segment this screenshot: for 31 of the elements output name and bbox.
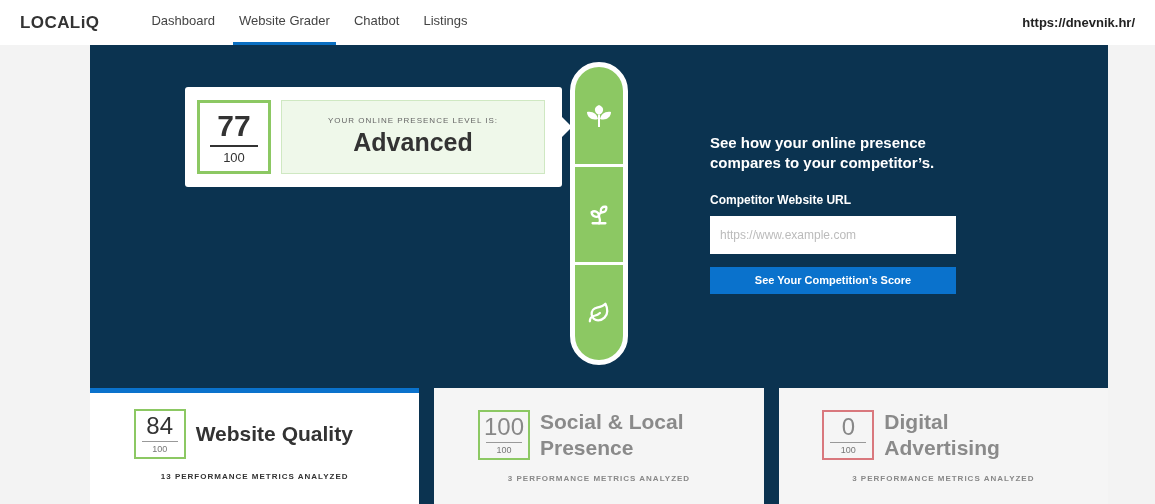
score-value: 100 [483,415,524,439]
category-card[interactable]: 100 100 Social & Local Presence 3 PERFORMANCE METRICS ANALYZED [434,388,764,504]
nav-tab[interactable]: Dashboard [145,0,222,45]
sprout-icon [588,203,610,226]
score-value: 77 [217,110,251,141]
field-label: Competitor Website URL [710,192,853,209]
metrics-caption: 3 PERFORMANCE METRICS ANALYZED [852,473,1035,485]
plant-icon [586,103,612,128]
competitor-url-field[interactable]: https://www.example.com [710,216,956,254]
level-caption: YOUR ONLINE PRESENCE LEVEL IS: [327,115,499,128]
nav-tab[interactable]: Chatbot [347,0,406,45]
nav-tab[interactable]: Listings [417,0,474,45]
leaf-icon [588,301,610,324]
score-total: 100 [496,446,512,455]
score-value: 0 [841,415,855,439]
score-total: 100 [223,150,245,164]
category-title: Website Quality [195,421,354,447]
category-title: Social & Local Presence [540,409,685,461]
site-url: https://dnevnik.hr/ [1022,13,1135,32]
compare-heading: See how your online presence compares to your competitor’s. [710,133,936,173]
score-total: 100 [840,446,856,455]
category-title: Digital Advertising [884,409,1001,461]
score-value: 84 [146,414,173,438]
metrics-caption: 13 PERFORMANCE METRICS ANALYZED [160,471,349,483]
score-total: 100 [152,445,168,454]
competition-score-button[interactable]: See Your Competition’s Score [710,267,956,294]
brand-logo[interactable]: LOCALiQ [20,9,100,36]
metrics-caption: 3 PERFORMANCE METRICS ANALYZED [507,473,691,485]
category-card[interactable]: 0 100 Digital Advertising 3 PERFORMANCE METRICS ANALYZED [778,388,1108,504]
category-card[interactable]: 84 100 Website Quality 13 PERFORMANCE METRICS ANALYZED [90,388,420,504]
level-name: Advanced [353,127,473,159]
